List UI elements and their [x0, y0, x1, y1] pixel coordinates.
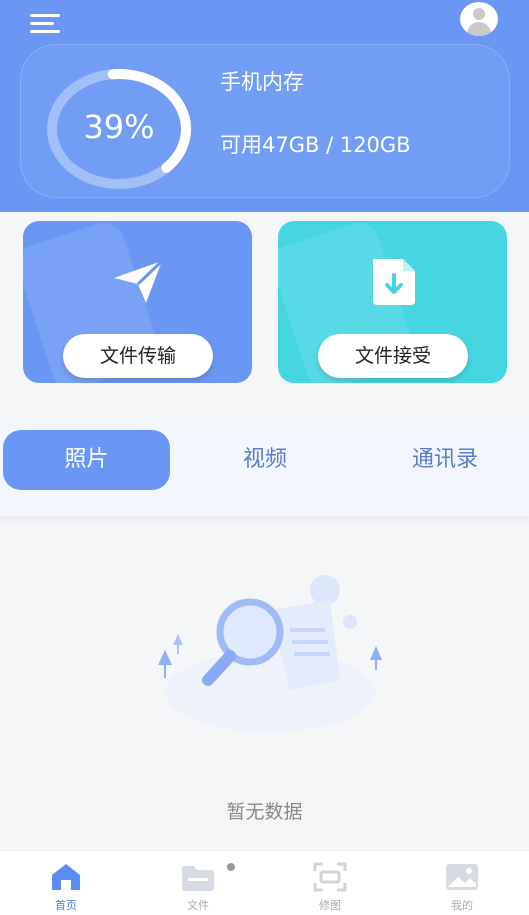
home-icon [48, 861, 84, 893]
file-receive-card[interactable]: 文件接受 [278, 221, 507, 383]
storage-percent: 39% [83, 108, 155, 146]
crop-icon [312, 861, 348, 893]
storage-available: 可用47GB / 120GB [220, 133, 411, 157]
nav-home-label: 首页 [55, 899, 77, 912]
tab-photos[interactable]: 照片 [3, 430, 170, 490]
nav-mine[interactable]: 我的 [396, 851, 528, 915]
tab-bar: 照片 视频 通讯录 [0, 420, 529, 516]
bottom-nav: 首页 文件 修图 我的 [0, 850, 529, 915]
image-icon [444, 861, 480, 893]
empty-state-text: 暂无数据 [226, 801, 303, 823]
header: 39% 手机内存 可用47GB / 120GB [0, 0, 529, 212]
empty-illustration [140, 570, 400, 740]
avatar-icon[interactable] [460, 2, 498, 36]
notification-dot [227, 863, 235, 871]
tab-videos[interactable]: 视频 [190, 430, 340, 490]
send-icon [108, 251, 168, 311]
file-transfer-card[interactable]: 文件传输 [23, 221, 252, 383]
nav-home[interactable]: 首页 [0, 851, 132, 915]
file-transfer-button[interactable]: 文件传输 [63, 334, 213, 378]
nav-files[interactable]: 文件 [132, 851, 264, 915]
download-file-icon [363, 251, 423, 311]
nav-edit-label: 修图 [319, 899, 341, 912]
nav-files-label: 文件 [187, 899, 209, 912]
folder-icon [180, 861, 216, 893]
tab-contacts[interactable]: 通讯录 [370, 430, 520, 490]
file-receive-button[interactable]: 文件接受 [318, 334, 468, 378]
storage-label: 手机内存 [220, 70, 304, 94]
nav-edit[interactable]: 修图 [264, 851, 396, 915]
nav-mine-label: 我的 [451, 899, 473, 912]
menu-icon[interactable] [30, 12, 66, 36]
